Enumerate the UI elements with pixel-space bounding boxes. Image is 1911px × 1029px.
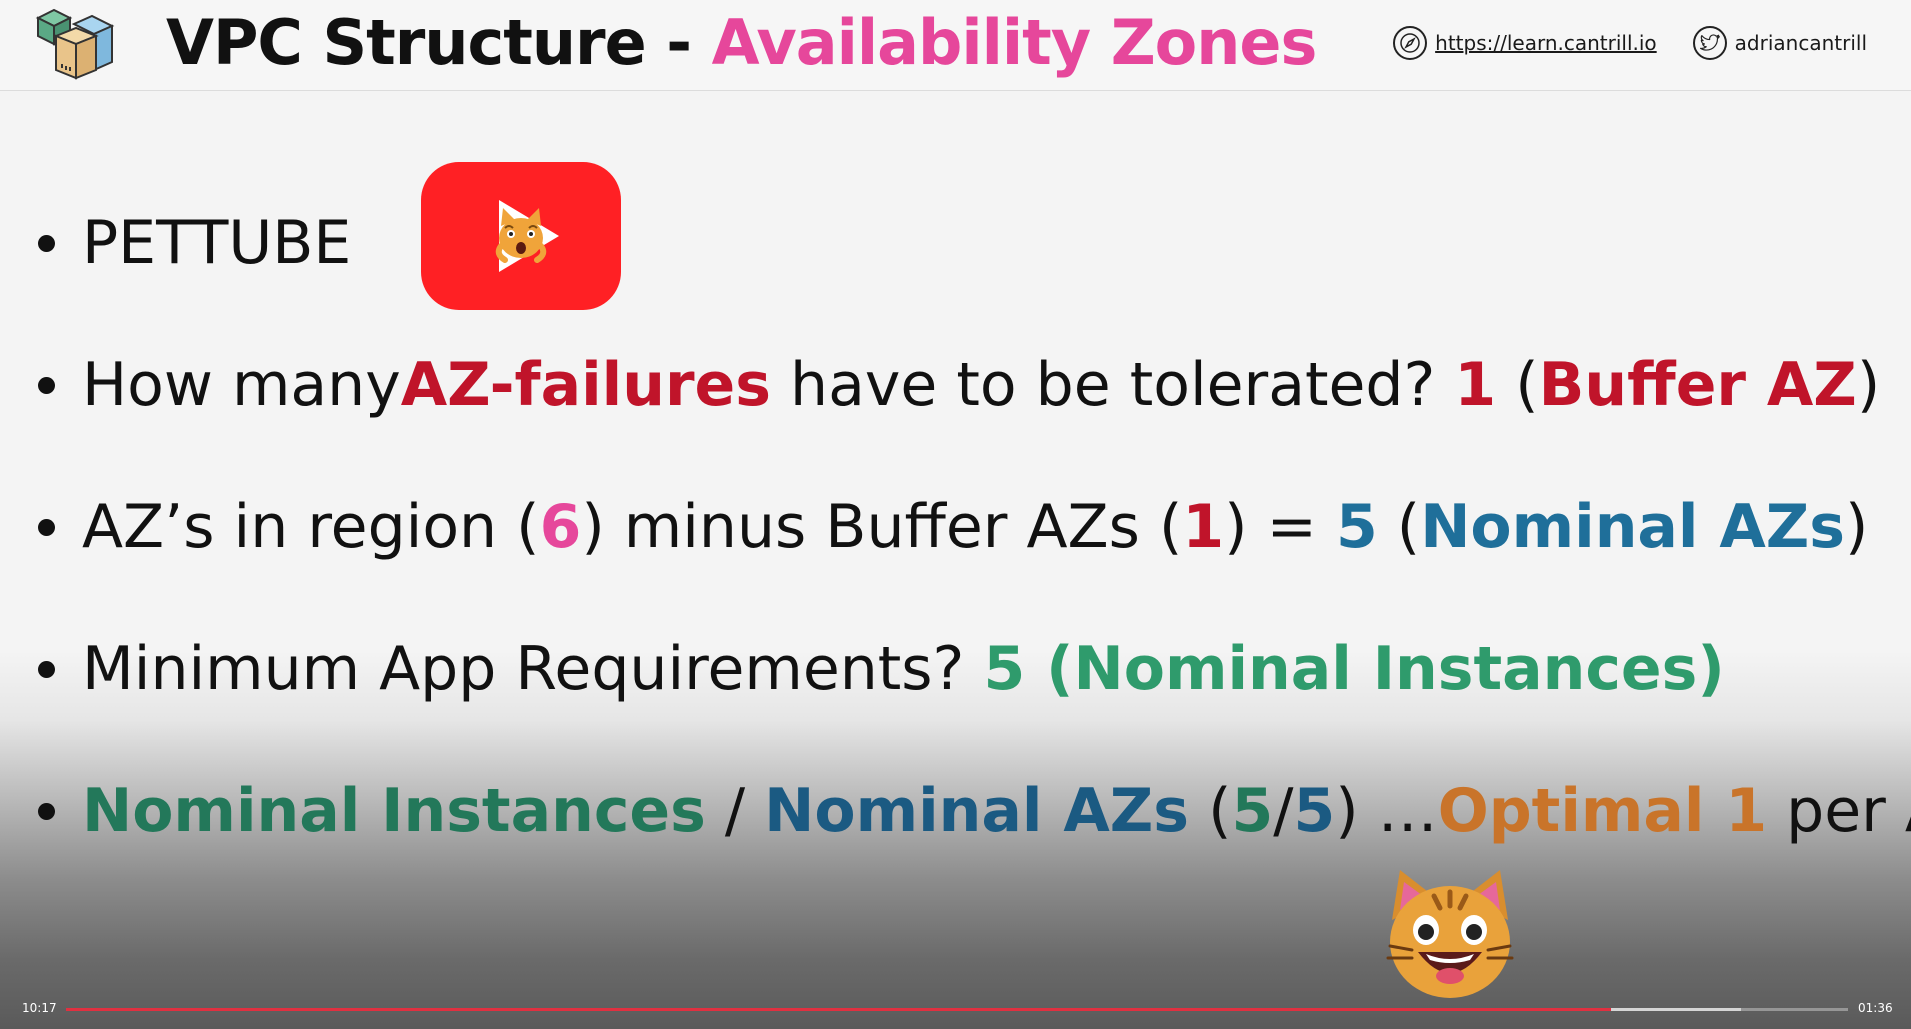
bullet-text: PETTUBE [82, 208, 352, 278]
stacked-boxes-icon [35, 8, 115, 80]
twitter-bird-icon [1692, 26, 1727, 60]
text-segment: ) = [1224, 492, 1336, 562]
text-value: 5 [1231, 776, 1274, 846]
text-value: 6 [539, 492, 582, 562]
twitter-handle[interactable]: adriancantrill [1735, 31, 1867, 55]
text-segment: Minimum App Requirements? [82, 634, 984, 704]
compass-icon [1393, 26, 1428, 60]
bullet-min-requirements: Minimum App Requirements? 5 (Nominal Ins… [38, 634, 1725, 704]
website-link[interactable]: https://learn.cantrill.io [1393, 26, 1657, 60]
text-nominal-instances: 5 (Nominal Instances) [983, 634, 1725, 704]
text-segment: ) [1845, 492, 1869, 562]
slide-stage: VPC Structure - Availability Zones https… [0, 0, 1911, 1029]
elapsed-time: 10:17 [22, 1001, 57, 1015]
text-segment: per AZ [1786, 776, 1911, 846]
text-segment: / [705, 776, 765, 846]
text-segment: ) minus Buffer AZs ( [581, 492, 1183, 562]
bullet-optimal: Nominal Instances / Nominal AZs ( 5 / 5 … [38, 776, 1911, 846]
text-segment: ( [1377, 492, 1421, 562]
buffered-fill [1610, 1008, 1742, 1011]
text-az-failures: AZ-failures [400, 350, 771, 420]
text-segment: ( [1189, 776, 1232, 846]
played-fill [66, 1008, 1611, 1011]
video-progress-bar[interactable]: 10:17 01:36 [0, 989, 1911, 1029]
text-nominal-instances: Nominal Instances [82, 776, 706, 846]
text-value: 5 [1293, 776, 1336, 846]
grinning-cat-icon [1386, 870, 1514, 998]
text-value: 1 [1454, 350, 1497, 420]
bullet-dot [38, 376, 55, 394]
bullet-dot [38, 802, 55, 820]
text-optimal: Optimal 1 [1437, 776, 1768, 846]
youtube-play-cat-icon [421, 162, 621, 310]
progress-track[interactable] [66, 1008, 1848, 1011]
bullet-dot [38, 518, 55, 536]
bullet-dot [38, 234, 55, 252]
text-segment: / [1273, 776, 1294, 846]
text-segment: ) … [1335, 776, 1438, 846]
text-value: 5 [1335, 492, 1378, 562]
bullet-az-failures: How many AZ-failures have to be tolerate… [38, 350, 1880, 420]
slide-header: VPC Structure - Availability Zones https… [0, 0, 1911, 91]
text-nominal-azs: Nominal AZs [1420, 492, 1846, 562]
text-nominal-azs: Nominal AZs [764, 776, 1189, 846]
title-main: VPC Structure - [166, 6, 712, 79]
bullet-nominal-azs: AZ’s in region ( 6 ) minus Buffer AZs ( … [38, 492, 1868, 562]
text-segment: ( [1496, 350, 1539, 420]
bullet-pettube: PETTUBE [38, 208, 351, 278]
website-url[interactable]: https://learn.cantrill.io [1435, 31, 1657, 55]
page-title: VPC Structure - Availability Zones [166, 6, 1318, 79]
header-links: https://learn.cantrill.io adriancantrill [1393, 26, 1867, 60]
twitter-link[interactable]: adriancantrill [1692, 26, 1867, 60]
text-buffer-az: Buffer AZ [1538, 350, 1857, 420]
bullet-dot [38, 660, 55, 678]
text-segment: ) [1856, 350, 1881, 420]
text-value: 1 [1182, 492, 1225, 562]
title-accent: Availability Zones [711, 6, 1318, 79]
text-segment: How many [82, 350, 401, 420]
text-segment: AZ’s in region ( [82, 492, 540, 562]
remaining-time: 01:36 [1858, 1001, 1893, 1015]
text-segment: have to be tolerated? [770, 350, 1455, 420]
